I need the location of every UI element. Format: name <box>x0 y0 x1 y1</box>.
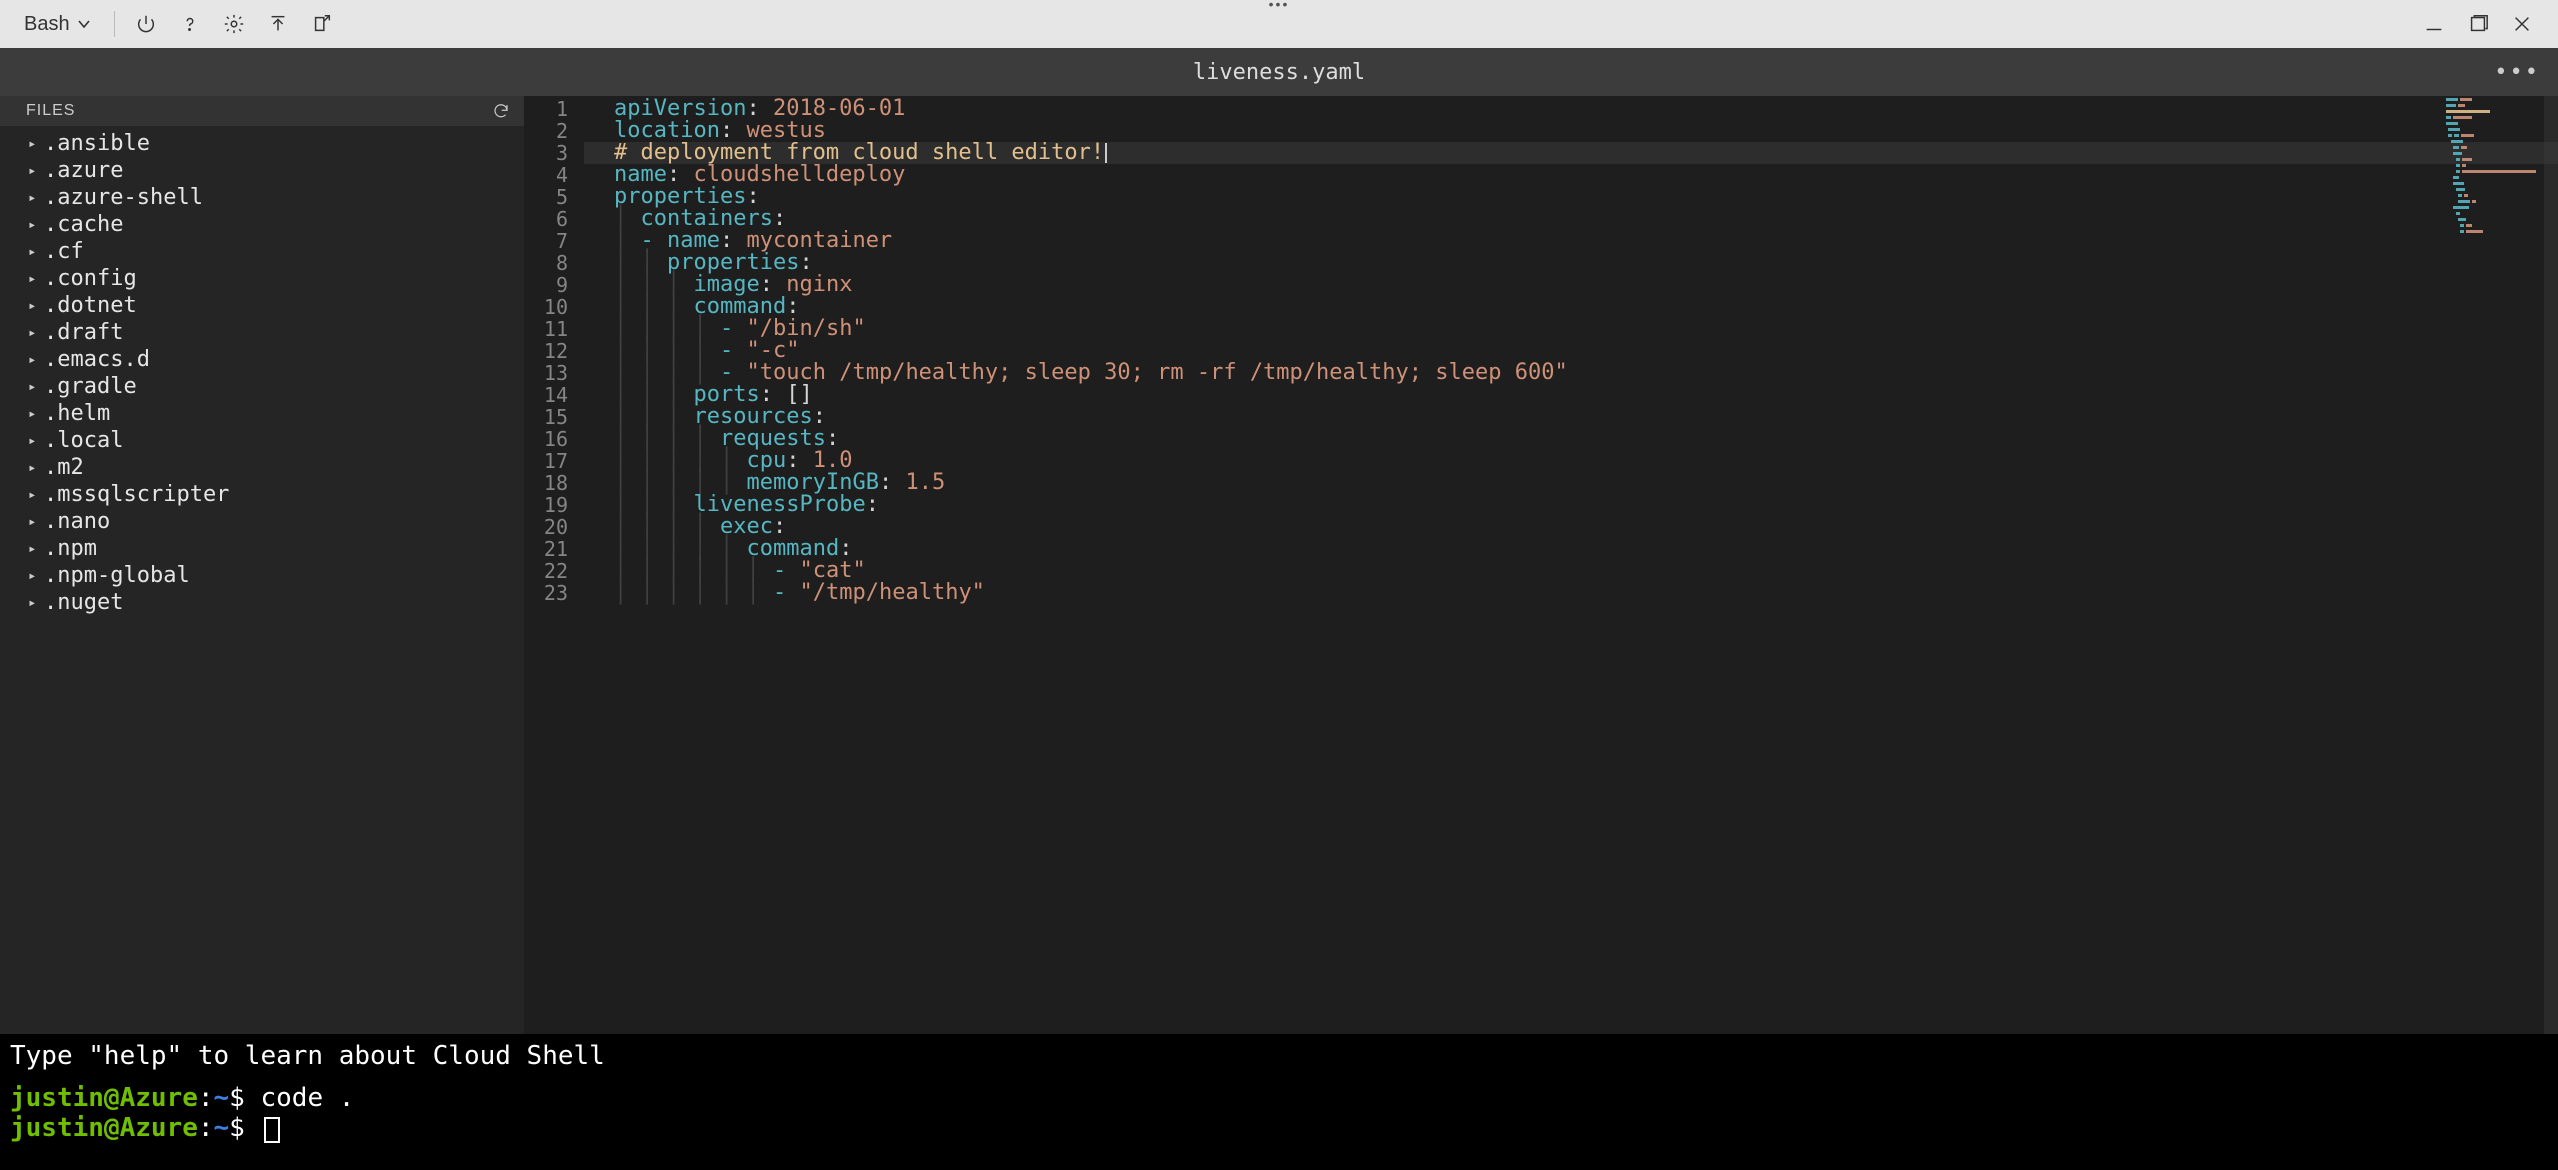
tree-item[interactable]: ▸ .npm-global <box>0 562 524 589</box>
tree-item[interactable]: ▸ .cache <box>0 211 524 238</box>
tree-item-label: .cf <box>44 239 84 264</box>
refresh-button[interactable] <box>492 102 510 120</box>
gear-icon <box>223 13 245 35</box>
tree-item[interactable]: ▸ .m2 <box>0 454 524 481</box>
settings-button[interactable] <box>215 5 253 43</box>
tree-item-label: .gradle <box>44 374 137 399</box>
caret-right-icon: ▸ <box>28 298 38 314</box>
terminal-intro: Type "help" to learn about Cloud Shell <box>10 1042 2548 1072</box>
caret-right-icon: ▸ <box>28 595 38 611</box>
maximize-button[interactable] <box>2456 2 2500 46</box>
caret-right-icon: ▸ <box>28 163 38 179</box>
tree-item[interactable]: ▸ .draft <box>0 319 524 346</box>
caret-right-icon: ▸ <box>28 190 38 206</box>
tree-item-label: .nano <box>44 509 110 534</box>
tree-item[interactable]: ▸ .cf <box>0 238 524 265</box>
tree-item[interactable]: ▸ .nuget <box>0 589 524 616</box>
tree-item-label: .cache <box>44 212 123 237</box>
open-new-button[interactable] <box>303 5 341 43</box>
caret-right-icon: ▸ <box>28 487 38 503</box>
terminal-line: justin@Azure:~$ code . <box>10 1084 2548 1114</box>
caret-right-icon: ▸ <box>28 406 38 422</box>
terminal[interactable]: Type "help" to learn about Cloud Shell j… <box>0 1034 2558 1170</box>
tree-item[interactable]: ▸ .config <box>0 265 524 292</box>
open-new-icon <box>311 13 333 35</box>
tree-item[interactable]: ▸ .ansible <box>0 130 524 157</box>
caret-right-icon: ▸ <box>28 244 38 260</box>
restart-button[interactable] <box>127 5 165 43</box>
tree-item-label: .azure <box>44 158 123 183</box>
refresh-icon <box>492 102 510 120</box>
maximize-icon <box>2467 13 2489 35</box>
code-content[interactable]: apiVersion: 2018-06-01location: westus# … <box>584 96 2558 1034</box>
caret-right-icon: ▸ <box>28 541 38 557</box>
tree-item[interactable]: ▸ .mssqlscripter <box>0 481 524 508</box>
tree-item-label: .ansible <box>44 131 150 156</box>
tree-item-label: .helm <box>44 401 110 426</box>
caret-right-icon: ▸ <box>28 568 38 584</box>
tree-item[interactable]: ▸ .dotnet <box>0 292 524 319</box>
file-explorer-title: FILES <box>26 102 75 120</box>
shell-type-label: Bash <box>24 13 70 36</box>
help-icon <box>179 13 201 35</box>
shell-type-dropdown[interactable]: Bash <box>14 9 102 40</box>
tree-item[interactable]: ▸ .gradle <box>0 373 524 400</box>
minimize-icon <box>2423 13 2445 35</box>
tree-item-label: .emacs.d <box>44 347 150 372</box>
terminal-cursor <box>264 1117 280 1143</box>
upload-icon <box>267 13 289 35</box>
tree-item[interactable]: ▸ .nano <box>0 508 524 535</box>
tree-item[interactable]: ▸ .azure <box>0 157 524 184</box>
caret-right-icon: ▸ <box>28 352 38 368</box>
close-icon <box>2511 13 2533 35</box>
file-explorer-header: FILES <box>0 96 524 126</box>
tree-item-label: .npm-global <box>44 563 190 588</box>
caret-right-icon: ▸ <box>28 217 38 233</box>
minimize-button[interactable] <box>2412 2 2456 46</box>
tree-item-label: .nuget <box>44 590 123 615</box>
file-tree[interactable]: ▸ .ansible ▸ .azure ▸ .azure-shell ▸ .cache ▸ .cf… <box>0 126 524 1034</box>
chevron-down-icon <box>76 16 92 32</box>
upload-button[interactable] <box>259 5 297 43</box>
open-file-name: liveness.yaml <box>1193 60 1365 85</box>
line-number-gutter: 1234567891011121314151617181920212223 <box>524 96 584 1034</box>
caret-right-icon: ▸ <box>28 379 38 395</box>
tree-item-label: .azure-shell <box>44 185 203 210</box>
code-editor[interactable]: 1234567891011121314151617181920212223 ap… <box>524 96 2558 1034</box>
terminal-line: justin@Azure:~$ <box>10 1114 2548 1144</box>
help-button[interactable] <box>171 5 209 43</box>
tree-item[interactable]: ▸ .helm <box>0 400 524 427</box>
vertical-scrollbar[interactable] <box>2544 96 2558 1034</box>
tree-item-label: .dotnet <box>44 293 137 318</box>
caret-right-icon: ▸ <box>28 136 38 152</box>
caret-right-icon: ▸ <box>28 514 38 530</box>
tree-item-label: .mssqlscripter <box>44 482 229 507</box>
tree-item[interactable]: ▸ .emacs.d <box>0 346 524 373</box>
tree-item[interactable]: ▸ .npm <box>0 535 524 562</box>
drag-handle-icon[interactable]: ••• <box>1269 0 1290 12</box>
tree-item[interactable]: ▸ .azure-shell <box>0 184 524 211</box>
caret-right-icon: ▸ <box>28 460 38 476</box>
tree-item-label: .config <box>44 266 137 291</box>
power-icon <box>135 13 157 35</box>
tree-item[interactable]: ▸ .local <box>0 427 524 454</box>
caret-right-icon: ▸ <box>28 271 38 287</box>
caret-right-icon: ▸ <box>28 325 38 341</box>
tree-item-label: .draft <box>44 320 123 345</box>
close-button[interactable] <box>2500 2 2544 46</box>
cloud-shell-toolbar: ••• Bash <box>0 0 2558 48</box>
caret-right-icon: ▸ <box>28 433 38 449</box>
editor-more-button[interactable]: ••• <box>2494 60 2540 85</box>
tree-item-label: .m2 <box>44 455 84 480</box>
terminal-blank <box>10 1072 2548 1084</box>
toolbar-separator <box>114 11 115 37</box>
editor-tab-bar: liveness.yaml ••• <box>0 48 2558 96</box>
tree-item-label: .npm <box>44 536 97 561</box>
tree-item-label: .local <box>44 428 123 453</box>
file-explorer: FILES ▸ .ansible ▸ .azure ▸ .azure-shell ▸ .cac… <box>0 96 524 1034</box>
